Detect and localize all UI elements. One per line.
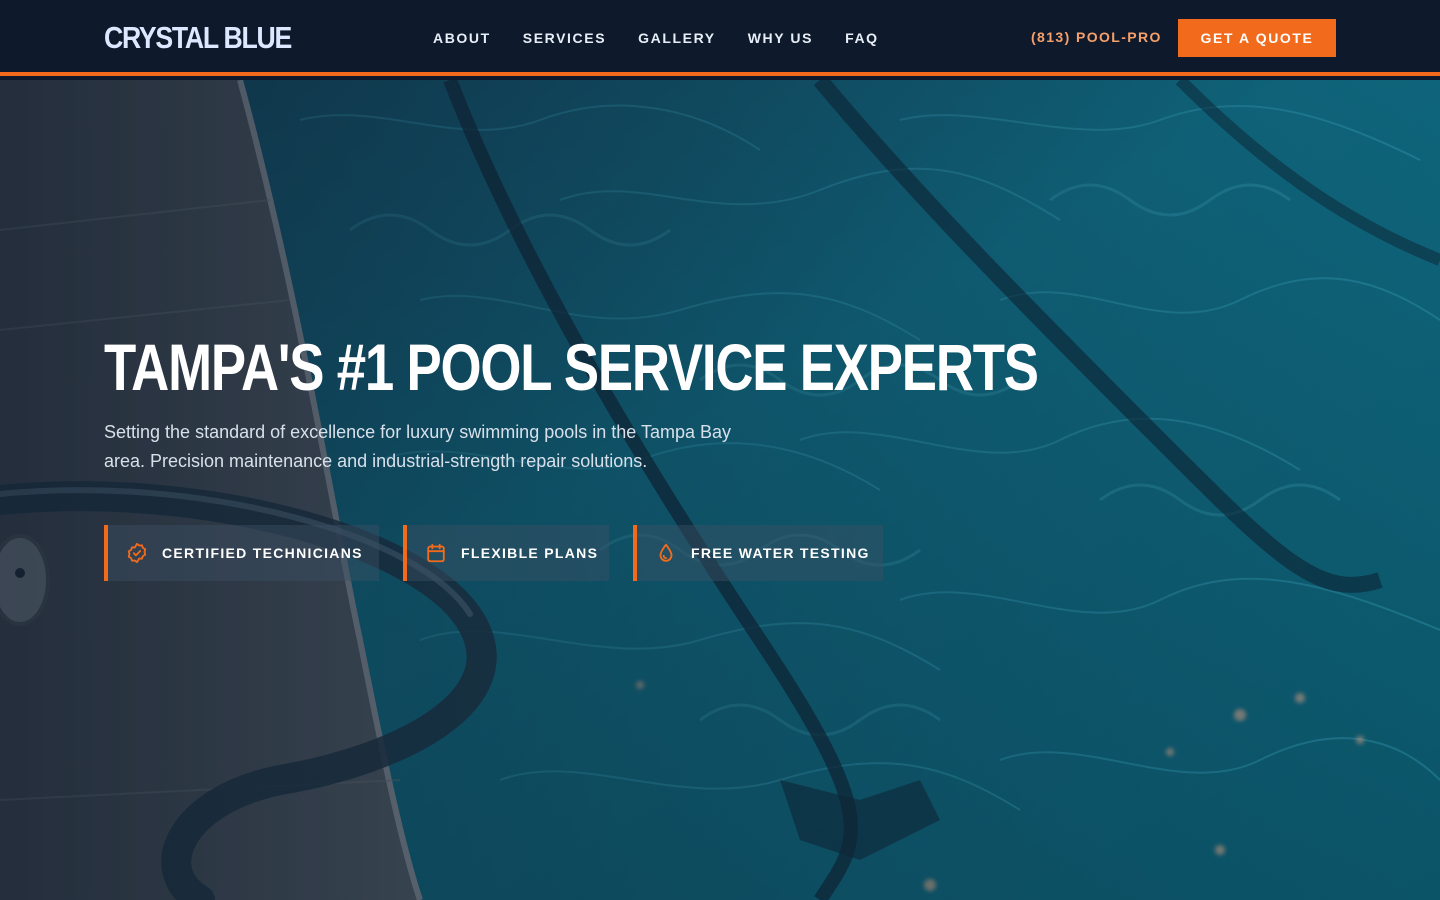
hero-overlay <box>0 80 1440 900</box>
brand-logo[interactable]: CRYSTAL BLUE <box>104 18 292 58</box>
feature-label: CERTIFIED TECHNICIANS <box>162 545 363 561</box>
badge-check-icon <box>126 542 148 564</box>
feature-label: FLEXIBLE PLANS <box>461 545 599 561</box>
main-nav: ABOUT SERVICES GALLERY WHY US FAQ <box>433 0 879 76</box>
nav-link-why-us[interactable]: WHY US <box>748 30 813 46</box>
hero-section: TAMPA'S #1 POOL SERVICE EXPERTS Setting … <box>0 80 1440 900</box>
feature-certified-technicians: CERTIFIED TECHNICIANS <box>104 525 379 581</box>
nav-link-services[interactable]: SERVICES <box>523 30 606 46</box>
calendar-icon <box>425 542 447 564</box>
feature-free-water-testing: FREE WATER TESTING <box>633 525 883 581</box>
get-quote-button[interactable]: GET A QUOTE <box>1178 19 1336 57</box>
hero-subtitle: Setting the standard of excellence for l… <box>104 418 804 476</box>
feature-label: FREE WATER TESTING <box>691 545 870 561</box>
site-header: CRYSTAL BLUE ABOUT SERVICES GALLERY WHY … <box>0 0 1440 76</box>
hero-title: TAMPA'S #1 POOL SERVICE EXPERTS <box>104 330 1039 404</box>
nav-link-faq[interactable]: FAQ <box>845 30 879 46</box>
hero-subtitle-line-1: Setting the standard of excellence for l… <box>104 422 731 442</box>
phone-link[interactable]: (813) POOL-PRO <box>1031 29 1162 45</box>
nav-link-about[interactable]: ABOUT <box>433 30 491 46</box>
droplet-icon <box>655 542 677 564</box>
nav-link-gallery[interactable]: GALLERY <box>638 30 716 46</box>
hero-subtitle-line-2: area. Precision maintenance and industri… <box>104 451 648 471</box>
feature-flexible-plans: FLEXIBLE PLANS <box>403 525 609 581</box>
